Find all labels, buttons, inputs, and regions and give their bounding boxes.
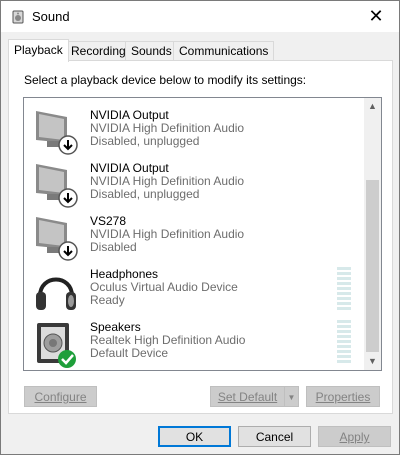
window-title: Sound	[32, 9, 70, 24]
playback-tab-panel: Select a playback device below to modify…	[8, 60, 393, 414]
configure-button[interactable]: Configure	[24, 386, 97, 407]
monitor-icon	[33, 97, 79, 102]
device-name: VS278	[90, 214, 127, 228]
cancel-button[interactable]: Cancel	[238, 426, 311, 447]
device-status: Disabled, unplugged	[90, 134, 200, 148]
speaker-app-icon	[12, 10, 24, 24]
sound-dialog: Sound ✕ Playback Recording Sounds Commun…	[0, 0, 400, 455]
scroll-down-icon[interactable]: ▼	[364, 353, 381, 370]
tab-sounds[interactable]: Sounds	[125, 41, 178, 61]
title-bar[interactable]: Sound ✕	[1, 1, 399, 32]
volume-meter	[337, 267, 351, 311]
device-item[interactable]: Speakers Realtek High Definition Audio D…	[24, 318, 362, 370]
device-name: Headphones	[90, 267, 159, 281]
device-item[interactable]: NVIDIA Output NVIDIA High Definition Aud…	[24, 159, 362, 211]
device-description: NVIDIA High Definition Audio	[90, 121, 245, 135]
device-name: Speakers	[90, 320, 141, 334]
speaker-icon	[37, 323, 76, 368]
set-default-button[interactable]: Set Default	[210, 386, 285, 407]
apply-button[interactable]: Apply	[318, 426, 391, 447]
set-default-label: Set Default	[217, 390, 278, 404]
device-description: NVIDIA High Definition Audio	[90, 174, 245, 188]
instruction-text: Select a playback device below to modify…	[24, 73, 307, 87]
device-item[interactable]: NVIDIA Output NVIDIA High Definition Aud…	[24, 106, 362, 158]
volume-meter	[337, 320, 351, 364]
device-description: NVIDIA High Definition Audio	[90, 227, 245, 241]
device-status: Disabled	[90, 240, 137, 254]
headphones-icon	[36, 277, 76, 310]
device-item[interactable]: VS278 NVIDIA High Definition Audio Disab…	[24, 212, 362, 264]
set-default-dropdown[interactable]: ▼	[284, 386, 299, 407]
device-status: Default Device	[90, 346, 169, 360]
close-button[interactable]: ✕	[353, 1, 399, 32]
tab-communications[interactable]: Communications	[173, 41, 275, 61]
ok-button[interactable]: OK	[158, 426, 231, 447]
vertical-scrollbar[interactable]: ▲ ▼	[364, 98, 381, 370]
device-status: Disabled, unplugged	[90, 187, 200, 201]
chevron-down-icon: ▼	[287, 393, 296, 402]
device-list[interactable]: NVIDIA Output NVIDIA High Definition Aud…	[23, 97, 382, 371]
tab-recording[interactable]: Recording	[65, 41, 132, 61]
device-status: Ready	[90, 293, 125, 307]
properties-button[interactable]: Properties	[306, 386, 380, 407]
device-description: Realtek High Definition Audio	[90, 333, 246, 347]
tab-playback[interactable]: Playback	[8, 39, 69, 62]
device-description: Oculus Virtual Audio Device	[90, 280, 238, 294]
properties-label: Properties	[315, 390, 371, 404]
close-icon: ✕	[368, 6, 384, 26]
monitor-icon	[36, 111, 78, 155]
configure-label: Configure	[34, 390, 87, 404]
scroll-thumb[interactable]	[366, 180, 379, 352]
monitor-icon	[36, 217, 78, 261]
device-item[interactable]: Headphones Oculus Virtual Audio Device R…	[24, 265, 362, 317]
scroll-up-icon[interactable]: ▲	[364, 98, 381, 115]
monitor-icon	[36, 164, 78, 208]
device-name: NVIDIA Output	[90, 108, 169, 122]
device-name: NVIDIA Output	[90, 161, 169, 175]
apply-label: Apply	[339, 430, 370, 444]
